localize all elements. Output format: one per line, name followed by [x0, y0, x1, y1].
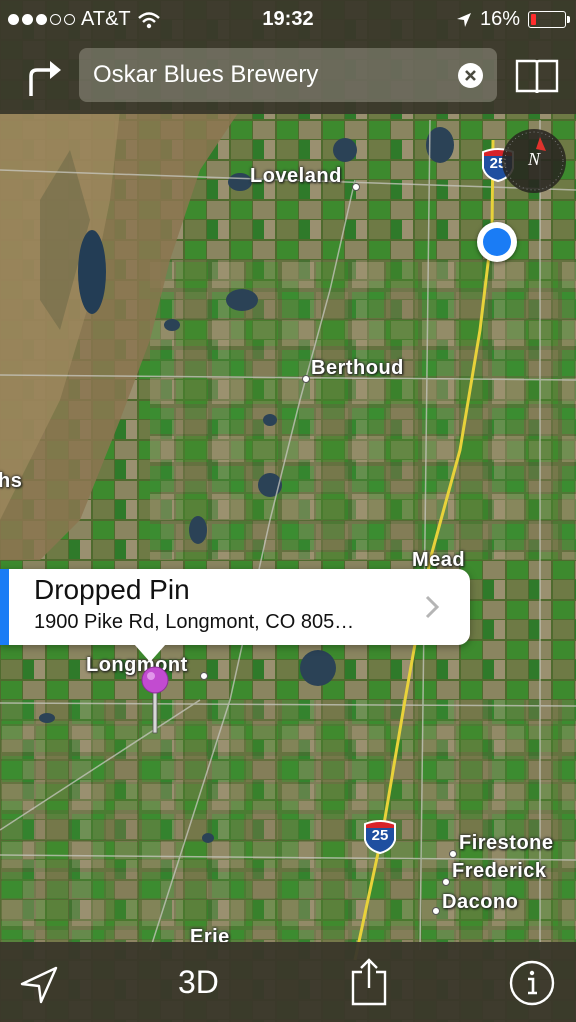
status-bar: AT&T 19:32 16%	[0, 0, 576, 38]
place-dot	[200, 672, 208, 680]
place-dot	[432, 907, 440, 915]
battery-percent: 16%	[479, 8, 520, 30]
callout-accent-bar	[0, 569, 9, 645]
user-location-dot[interactable]	[477, 222, 517, 262]
dropped-pin-icon[interactable]	[140, 665, 170, 735]
callout-pointer	[134, 644, 166, 662]
place-label-firestone: Firestone	[459, 832, 554, 854]
3d-toggle-button[interactable]: 3D	[178, 964, 219, 1001]
place-label-partial: hs	[0, 470, 23, 492]
place-label-berthoud: Berthoud	[311, 357, 404, 379]
place-label-frederick: Frederick	[452, 860, 547, 882]
callout-address: 1900 Pike Rd, Longmont, CO 805…	[34, 611, 355, 633]
callout-title: Dropped Pin	[34, 574, 190, 605]
compass-icon[interactable]: N	[502, 129, 566, 193]
bottom-toolbar: 3D	[0, 942, 576, 1022]
place-label-dacono: Dacono	[442, 891, 519, 913]
search-field[interactable]	[79, 48, 497, 102]
battery-icon	[528, 11, 570, 28]
place-dot	[449, 850, 457, 858]
info-icon[interactable]	[509, 960, 555, 1006]
search-input[interactable]	[93, 48, 443, 102]
navigation-bar: AT&T 19:32 16%	[0, 0, 576, 114]
share-icon[interactable]	[350, 956, 388, 1008]
interstate-number: 25	[371, 827, 389, 844]
open-book-icon[interactable]	[513, 55, 561, 99]
place-dot	[302, 375, 310, 383]
directions-arrow-icon[interactable]	[22, 56, 66, 100]
dropped-pin-callout[interactable]: Dropped Pin 1900 Pike Rd, Longmont, CO 8…	[0, 569, 470, 645]
place-label-loveland: Loveland	[250, 165, 342, 187]
place-dot	[352, 183, 360, 191]
clear-x-icon[interactable]	[458, 63, 483, 88]
location-services-icon	[456, 12, 471, 27]
place-dot	[442, 878, 450, 886]
location-arrow-icon[interactable]	[18, 964, 60, 1006]
interstate-shield-icon: 25	[362, 818, 398, 855]
chevron-right-icon[interactable]	[424, 594, 440, 620]
compass-north-label: N	[527, 149, 540, 169]
